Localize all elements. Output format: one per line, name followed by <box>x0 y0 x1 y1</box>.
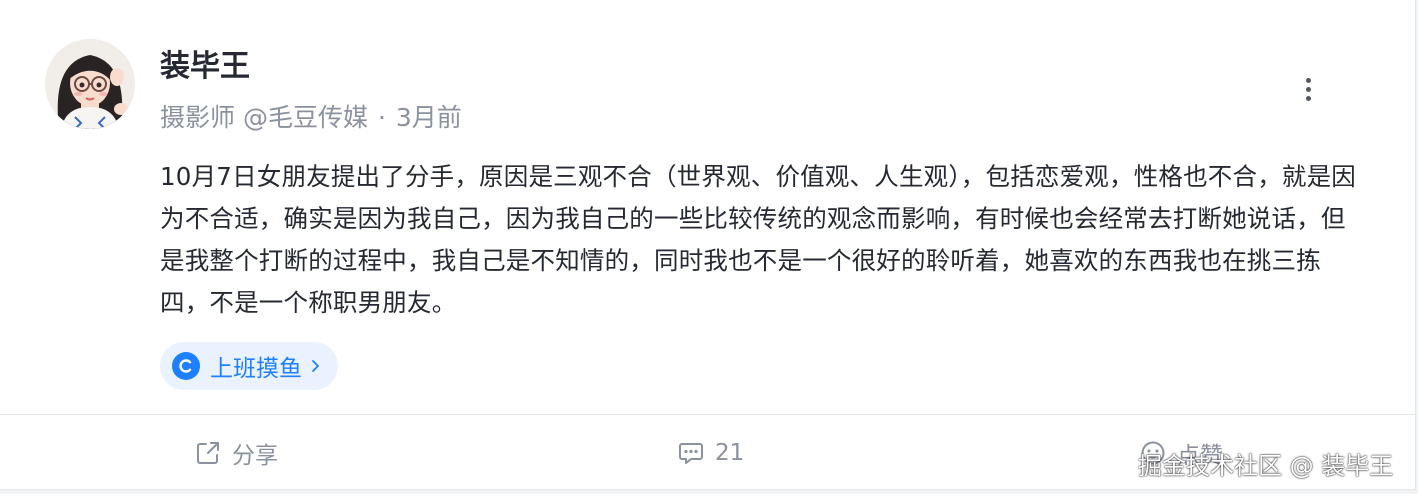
topic-label: 上班摸鱼 <box>210 356 302 382</box>
share-button[interactable]: 分享 <box>194 432 278 474</box>
chevron-right-icon <box>312 360 319 372</box>
topic-tag[interactable]: 上班摸鱼 <box>160 342 338 390</box>
post-content: 10月7日女朋友提出了分手，原因是三观不合（世界观、价值观、人生观），包括恋爱观… <box>160 162 1357 317</box>
like-icon <box>1141 441 1165 465</box>
share-label: 分享 <box>232 443 278 469</box>
author-avatar[interactable] <box>45 39 135 129</box>
author-title[interactable]: 摄影师 @毛豆传媒 <box>160 103 368 132</box>
meta-separator: · <box>377 103 386 132</box>
avatar-illustration <box>45 39 135 129</box>
share-icon <box>197 442 219 464</box>
author-meta: 摄影师 @毛豆传媒 · 3月前 <box>160 100 462 136</box>
action-divider <box>0 414 1416 415</box>
like-label: 点赞 <box>1177 443 1223 469</box>
author-name[interactable]: 装毕王 <box>160 47 250 87</box>
post-card: 装毕王 摄影师 @毛豆传媒 · 3月前 10月7日女朋友提出了分手，原因是三观不合（… <box>0 0 1416 490</box>
comment-icon <box>679 443 703 464</box>
topic-c-icon <box>172 352 200 380</box>
comment-count: 21 <box>715 440 745 466</box>
comment-button[interactable]: 21 <box>677 432 744 474</box>
post-time: 3月前 <box>395 103 462 132</box>
more-options-icon[interactable] <box>1297 73 1321 107</box>
like-button[interactable]: 点赞 <box>1139 432 1223 474</box>
